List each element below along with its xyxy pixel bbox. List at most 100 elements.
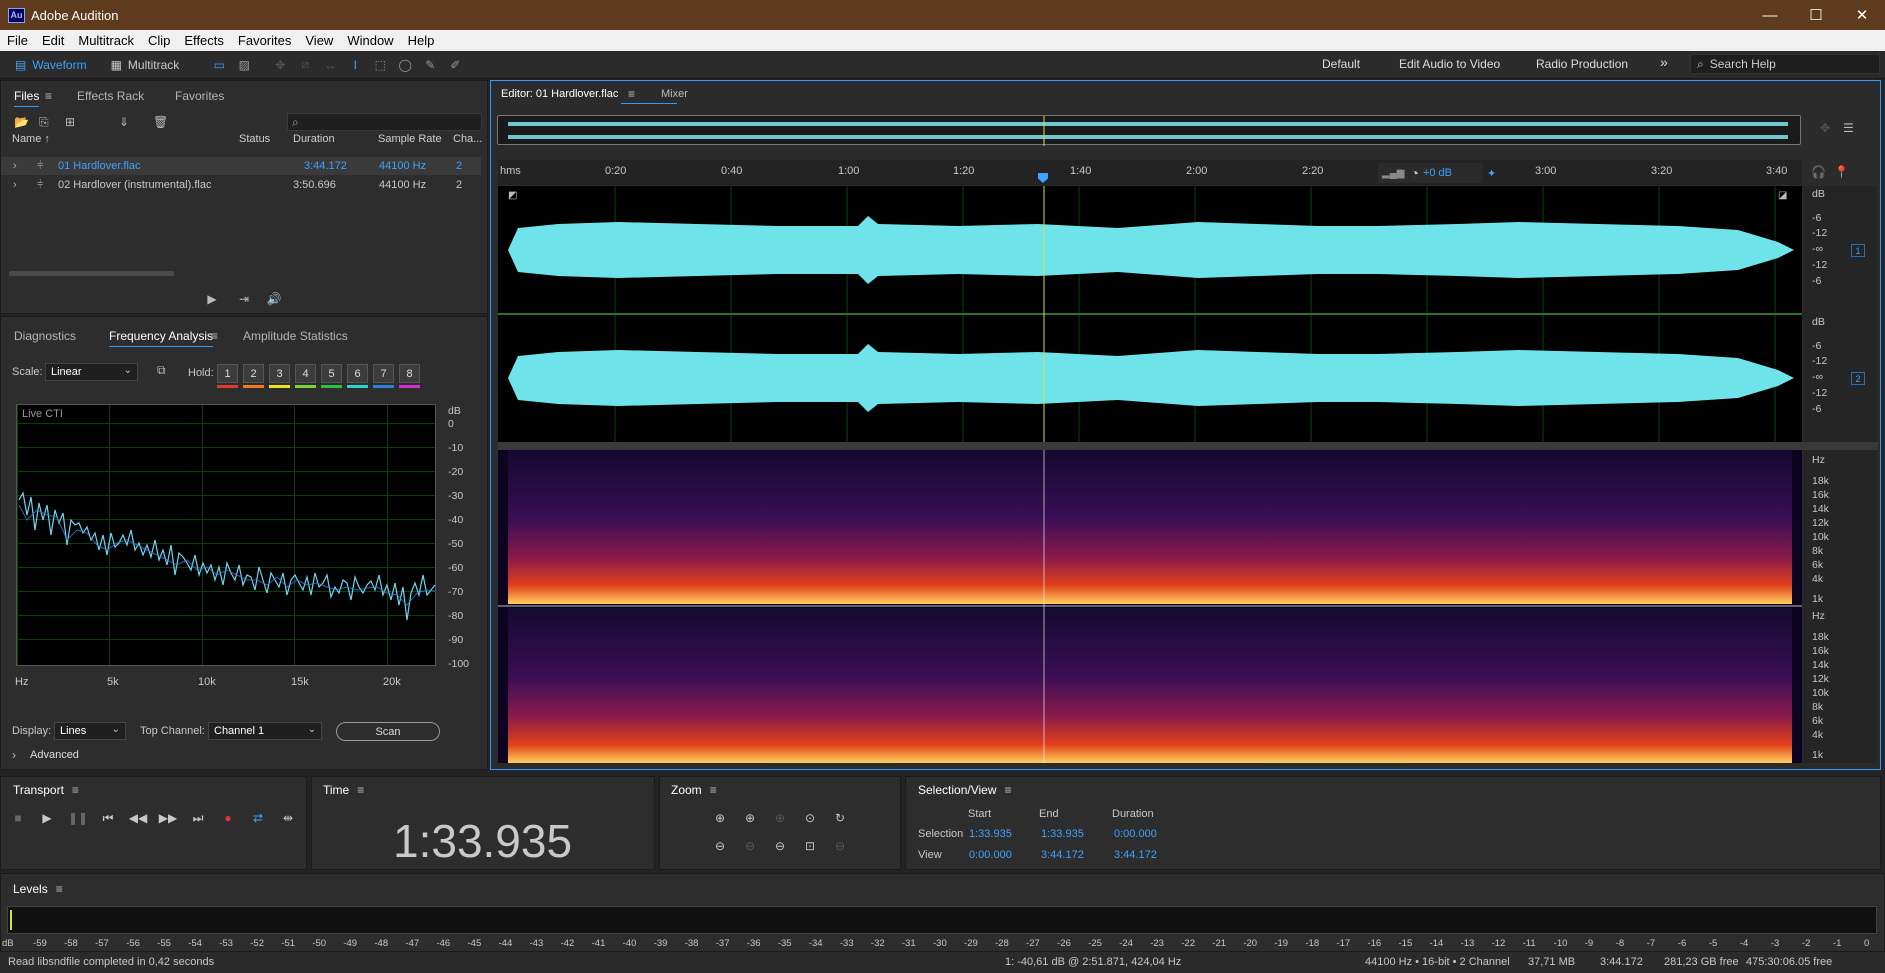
hold-button-7[interactable]: 7	[373, 364, 394, 383]
view-splitter[interactable]	[498, 442, 1878, 450]
workspace-radio-production[interactable]: Radio Production	[1536, 57, 1628, 71]
zoom-out-time-icon[interactable]: ⊖	[741, 837, 759, 855]
frequency-plot[interactable]: Live CTI	[16, 404, 436, 666]
zoom-to-selection-icon[interactable]: ⊡	[801, 837, 819, 855]
selection-end[interactable]: 1:33.935	[1041, 828, 1084, 840]
zoom-out-frequency-icon[interactable]: ⊖	[831, 837, 849, 855]
transport-menu-icon[interactable]: ≡	[72, 783, 79, 797]
new-file-icon[interactable]: ⊞	[65, 115, 75, 129]
play-button[interactable]: ▶	[38, 809, 56, 827]
preview-autoplay-icon[interactable]: 🔊	[265, 290, 283, 308]
hold-button-8[interactable]: 8	[399, 364, 420, 383]
column-sample-rate[interactable]: Sample Rate	[378, 133, 442, 145]
menu-help[interactable]: Help	[408, 33, 435, 48]
tab-editor[interactable]: Editor: 01 Hardlover.flac	[501, 88, 618, 100]
hud-volume[interactable]: ▂▄▆ ◔ +0 dB	[1378, 163, 1483, 183]
hold-button-6[interactable]: 6	[347, 364, 368, 383]
waveform-mode-button[interactable]: ▤ Waveform	[6, 54, 96, 76]
hold-button-1[interactable]: 1	[217, 364, 238, 383]
advanced-chevron-icon[interactable]: ›	[12, 748, 16, 762]
view-duration[interactable]: 3:44.172	[1114, 849, 1157, 861]
lasso-tool-icon[interactable]: ◯	[396, 56, 414, 74]
multitrack-mode-button[interactable]: ▦ Multitrack	[102, 54, 189, 76]
tab-diagnostics[interactable]: Diagnostics	[14, 329, 76, 343]
delete-icon[interactable]: 🗑	[153, 115, 168, 129]
file-row[interactable]: › ⫩ 01 Hardlover.flac 3:44.172 44100 Hz …	[1, 157, 481, 175]
headphones-icon[interactable]: 🎧	[1811, 165, 1826, 179]
next-icon[interactable]: ⏭	[189, 809, 207, 827]
scan-button[interactable]: Scan	[336, 722, 440, 741]
search-help-field[interactable]: ⌕ Search Help	[1690, 54, 1880, 74]
selection-duration[interactable]: 0:00.000	[1114, 828, 1157, 840]
time-ruler[interactable]	[498, 160, 1802, 185]
hold-button-5[interactable]: 5	[321, 364, 342, 383]
menu-window[interactable]: Window	[347, 33, 393, 48]
spectral-display[interactable]	[498, 450, 1802, 763]
expand-chevron-icon[interactable]: ›	[13, 160, 17, 172]
workspace-edit-audio-to-video[interactable]: Edit Audio to Video	[1399, 57, 1500, 71]
marquee-tool-icon[interactable]: ⬚	[371, 56, 389, 74]
file-row[interactable]: › ⫩ 02 Hardlover (instrumental).flac 3:5…	[1, 176, 481, 194]
tab-frequency-analysis[interactable]: Frequency Analysis	[109, 329, 214, 347]
open-file-icon[interactable]: 📂	[14, 115, 29, 129]
zoom-amplitude-icon[interactable]: ✥	[1820, 121, 1830, 135]
skip-selection-icon[interactable]: ⇹	[279, 809, 297, 827]
zoom-in-point-icon[interactable]: ⊙	[801, 809, 819, 827]
pause-button[interactable]: ❚❚	[68, 809, 88, 827]
pin-hud-icon[interactable]: ✦	[1487, 167, 1496, 180]
menu-edit[interactable]: Edit	[42, 33, 64, 48]
minimize-button[interactable]: —	[1747, 0, 1793, 30]
maximize-button[interactable]: ☐	[1793, 0, 1839, 30]
tab-amplitude-statistics[interactable]: Amplitude Statistics	[243, 329, 348, 343]
tab-mixer[interactable]: Mixer	[661, 88, 688, 100]
expand-chevron-icon[interactable]: ›	[13, 179, 17, 191]
hold-button-3[interactable]: 3	[269, 364, 290, 383]
column-channels[interactable]: Cha...	[453, 133, 482, 145]
channel-1-badge[interactable]: 1	[1851, 244, 1865, 257]
menu-multitrack[interactable]: Multitrack	[78, 33, 134, 48]
zoom-in-frequency-icon[interactable]: ⊕	[771, 809, 789, 827]
marker-icon[interactable]: 📍	[1834, 165, 1849, 179]
close-button[interactable]: ✕	[1839, 0, 1885, 30]
column-name[interactable]: Name ↑	[12, 133, 50, 145]
move-tool-icon[interactable]: ✥	[271, 56, 289, 74]
tab-favorites[interactable]: Favorites	[175, 89, 224, 103]
analysis-panel-menu-icon[interactable]: ≡	[211, 329, 218, 343]
waveform-view-icon[interactable]: ▭	[210, 56, 228, 74]
display-dropdown[interactable]: Lines ⌄	[54, 722, 126, 740]
loop-playback-icon[interactable]: ⇄	[249, 809, 267, 827]
menu-file[interactable]: File	[7, 33, 28, 48]
insert-into-multitrack-icon[interactable]: ⇓	[119, 115, 129, 129]
scale-dropdown[interactable]: Linear ⌄	[45, 363, 138, 381]
waveform-display[interactable]: ◩ ◪	[498, 186, 1802, 442]
fade-in-handle-icon[interactable]: ◩	[508, 190, 517, 201]
channel-2-badge[interactable]: 2	[1851, 372, 1865, 385]
column-status[interactable]: Status	[239, 133, 270, 145]
files-search-input[interactable]: ⌕	[287, 113, 482, 131]
zoom-out-amplitude-icon[interactable]: ⊖	[711, 837, 729, 855]
workspaces-more-icon[interactable]: »	[1660, 54, 1668, 70]
time-display[interactable]: 1:33.935	[393, 814, 572, 868]
menu-clip[interactable]: Clip	[148, 33, 170, 48]
advanced-toggle[interactable]: Advanced	[30, 749, 79, 761]
files-horizontal-scrollbar[interactable]	[9, 271, 174, 276]
time-menu-icon[interactable]: ≡	[357, 783, 364, 797]
overview-navigator[interactable]	[497, 115, 1801, 146]
tab-effects-rack[interactable]: Effects Rack	[77, 89, 144, 103]
tab-files[interactable]: Files	[14, 89, 40, 107]
spectral-view-icon[interactable]: ▨	[235, 56, 253, 74]
view-start[interactable]: 0:00.000	[969, 849, 1012, 861]
menu-effects[interactable]: Effects	[184, 33, 224, 48]
levels-menu-icon[interactable]: ≡	[56, 882, 63, 896]
previous-icon[interactable]: ⏮	[99, 809, 117, 827]
time-selection-tool-icon[interactable]: I	[346, 56, 364, 74]
preview-loop-icon[interactable]: ⇥	[235, 290, 253, 308]
menu-view[interactable]: View	[305, 33, 333, 48]
rewind-icon[interactable]: ◀◀	[129, 809, 147, 827]
selection-start[interactable]: 1:33.935	[969, 828, 1012, 840]
fast-forward-icon[interactable]: ▶▶	[159, 809, 177, 827]
menu-favorites[interactable]: Favorites	[238, 33, 291, 48]
zoom-in-amplitude-icon[interactable]: ⊕	[711, 809, 729, 827]
import-file-icon[interactable]: ⎘	[39, 115, 49, 130]
column-duration[interactable]: Duration	[293, 133, 335, 145]
